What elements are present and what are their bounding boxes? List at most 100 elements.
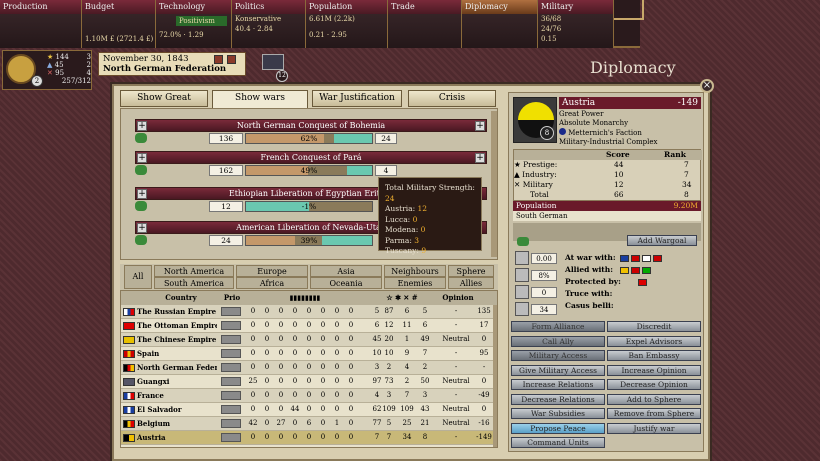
- priority-selector[interactable]: [221, 405, 241, 414]
- population-title: Population: [306, 0, 387, 14]
- expand-button[interactable]: +: [137, 223, 147, 233]
- increase-relations-button[interactable]: Increase Relations: [511, 379, 605, 390]
- justify-war-button[interactable]: Justify war: [607, 422, 701, 434]
- military-tab[interactable]: Military 36/68 24/76 0.15: [538, 0, 614, 48]
- message-icon[interactable]: [262, 54, 284, 70]
- influence-value: 0: [320, 335, 326, 343]
- priority-selector[interactable]: [221, 349, 241, 358]
- filter-oceania[interactable]: Oceania: [310, 277, 382, 289]
- filter-allies[interactable]: Allies: [448, 277, 494, 289]
- priority-selector[interactable]: [221, 363, 241, 372]
- priority-selector[interactable]: [221, 419, 241, 428]
- expand-button[interactable]: +: [137, 121, 147, 131]
- influence-value: 0: [250, 405, 256, 413]
- table-row[interactable]: Belgium 42 0 27 0 6 0 1 0 77 5 25 21 Neutral -16: [121, 417, 497, 431]
- remove-from-sphere-button[interactable]: Remove from Sphere: [607, 408, 701, 419]
- diplomacy-tab[interactable]: Diplomacy: [462, 0, 538, 48]
- tab-show-great-powers[interactable]: Show Great Powers: [120, 90, 208, 118]
- tab-crisis[interactable]: Crisis: [408, 90, 496, 107]
- filter-neighbours[interactable]: Neighbours: [384, 265, 446, 277]
- table-scrollbar[interactable]: [493, 305, 497, 447]
- table-row[interactable]: North German Feder ...000000003242--: [121, 361, 497, 375]
- tooltip-value: 0: [412, 214, 418, 224]
- add-wargoal-button[interactable]: Add Wargoal: [627, 235, 697, 246]
- country-flag-icon: [123, 336, 135, 344]
- filter-enemies[interactable]: Enemies: [384, 277, 446, 289]
- tab-show-wars[interactable]: Show wars: [212, 90, 308, 109]
- decrease-opinion-button[interactable]: Decrease Opinion: [607, 379, 701, 390]
- table-row[interactable]: The Ottoman Empire 0 0 0 0 0 0 0 0 6 12 11 6-17: [121, 319, 497, 333]
- influence-value: 0: [306, 363, 312, 371]
- influence-value: 0: [292, 321, 298, 329]
- priority-selector[interactable]: [221, 391, 241, 400]
- filter-all[interactable]: All: [124, 265, 152, 289]
- influence-value: 0: [320, 307, 326, 315]
- pause-button[interactable]: [214, 55, 223, 64]
- expand-button[interactable]: +: [137, 189, 147, 199]
- war-entry[interactable]: + French Conquest of Pará + 162 49% 4: [135, 151, 487, 179]
- ban-embassy-button[interactable]: Ban Embassy: [607, 350, 701, 361]
- influence-value: 0: [334, 335, 340, 343]
- filter-asia[interactable]: Asia: [310, 265, 382, 277]
- wars-scrollbar[interactable]: [491, 111, 497, 257]
- discredit-button[interactable]: Discredit: [607, 321, 701, 332]
- priority-selector[interactable]: [221, 335, 241, 344]
- table-row[interactable]: The Chinese Empire 0 0 0 0 0 0 0 0 45 20 1 49 Neutral…: [121, 333, 497, 347]
- increase-opinion-button[interactable]: Increase Opinion: [607, 364, 701, 376]
- form-alliance-button[interactable]: Form Alliance: [511, 321, 605, 332]
- influence-value: 0: [250, 349, 256, 357]
- filter-north-america[interactable]: North America: [154, 265, 234, 277]
- expand-button[interactable]: +: [137, 153, 147, 163]
- table-row[interactable]: France 0 0 0 0 0 0 0 0 4 3 7 3- -49: [121, 389, 497, 403]
- rank-value: 87: [384, 307, 394, 315]
- war-subsidies-button[interactable]: War Subsidies: [511, 408, 605, 419]
- influence-value: 8%: [531, 270, 557, 281]
- military-access-button[interactable]: Military Access: [511, 350, 605, 361]
- call-ally-button[interactable]: Call Ally: [511, 335, 605, 347]
- column-prio[interactable]: Prio: [221, 291, 243, 304]
- close-button[interactable]: ×: [700, 79, 714, 93]
- table-row[interactable]: Spain 0 0 0 0 0 0 0 0 10 10 9 7-95: [121, 347, 497, 361]
- technology-tab[interactable]: Technology Positivism 72.0% · 1.29: [156, 0, 232, 48]
- expand-button[interactable]: +: [475, 153, 485, 163]
- propose-peace-button[interactable]: Propose Peace: [511, 422, 605, 434]
- priority-selector[interactable]: [221, 321, 241, 330]
- table-row[interactable]: El Salvador 0 0 0 44 0 0 0 0 62 109 109 43 Neutral 0: [121, 403, 497, 417]
- table-row[interactable]: Guangxi 25 0 0 0 0 0 0 0 97 73 2 50 Neutral 0: [121, 375, 497, 389]
- influence-value: 44: [290, 405, 300, 413]
- production-tab[interactable]: Production: [0, 0, 82, 48]
- opinion-value: -: [454, 321, 458, 329]
- column-country[interactable]: Country: [151, 291, 211, 304]
- command-units-button[interactable]: Command Units: [511, 437, 605, 448]
- tab-war-justification[interactable]: War Justification: [312, 90, 402, 107]
- war-entry[interactable]: + North German Conquest of Bohemia + 136 62…: [135, 119, 487, 147]
- filter-europe[interactable]: Europe: [236, 265, 308, 277]
- filter-south-america[interactable]: South America: [154, 277, 234, 289]
- expand-button[interactable]: +: [475, 121, 485, 131]
- rank-value: 109: [382, 405, 396, 413]
- add-to-sphere-button[interactable]: Add to Sphere: [607, 393, 701, 405]
- decrease-relations-button[interactable]: Decrease Relations: [511, 393, 605, 405]
- priority-selector[interactable]: [221, 307, 241, 316]
- give-military-access-button[interactable]: Give Military Access: [511, 364, 605, 376]
- influence-value: 0: [292, 349, 298, 357]
- priority-selector[interactable]: [221, 377, 241, 386]
- table-row[interactable]: The Russian Empire 0 0 0 0 0 0 0 0 5 87 6 5-135: [121, 305, 497, 319]
- speed-button[interactable]: [227, 55, 236, 64]
- military-rank: 4: [86, 69, 91, 77]
- influence-value: 0: [264, 335, 270, 343]
- expel-advisors-button[interactable]: Expel Advisors: [607, 335, 701, 347]
- influence-value: 0: [348, 349, 354, 357]
- influence-value: 0: [292, 307, 298, 315]
- politics-tab[interactable]: Politics Konservative 40.4 · 2.84: [232, 0, 306, 48]
- filter-africa[interactable]: Africa: [236, 277, 308, 289]
- population-tab[interactable]: Population 6.61M (2.2k) 0.21 · 2.95: [306, 0, 388, 48]
- column-opinion[interactable]: Opinion: [439, 291, 477, 304]
- table-row[interactable]: Austria 0 0 0 0 0 0 0 0 7 7 34 8- -149: [121, 431, 497, 445]
- trade-tab[interactable]: Trade: [388, 0, 462, 48]
- influence-value: 0: [306, 321, 312, 329]
- priority-selector[interactable]: [221, 433, 241, 442]
- filter-sphere[interactable]: Sphere: [448, 265, 494, 277]
- country-name-bar: Austria -149: [559, 97, 701, 109]
- budget-tab[interactable]: Budget 1.10M £ (2721.4 £): [82, 0, 156, 48]
